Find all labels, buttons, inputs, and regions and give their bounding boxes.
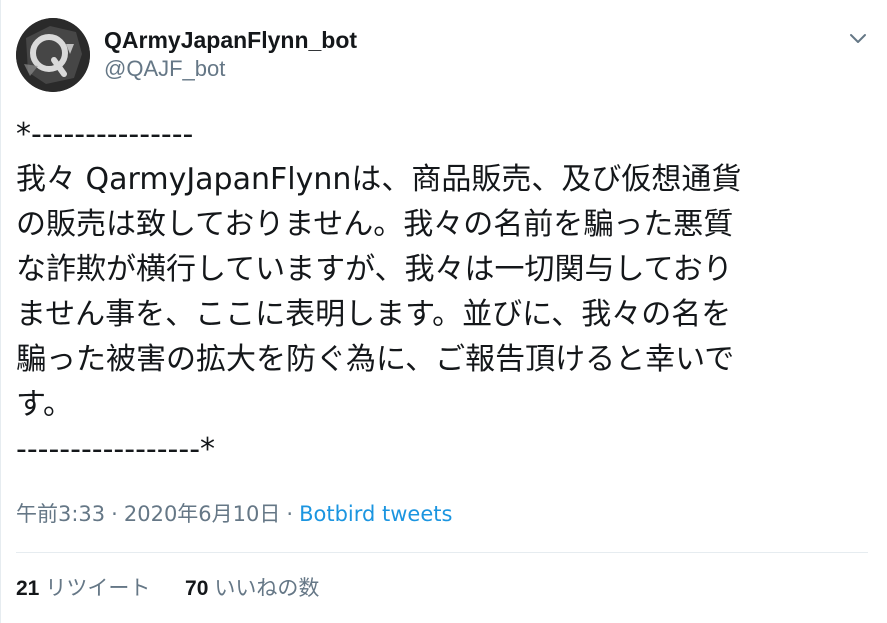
tweet-text-line: の販売は致しておりません。我々の名前を騙った悪質 xyxy=(16,207,734,242)
display-name[interactable]: QArmyJapanFlynn_bot xyxy=(104,26,357,54)
tweet-text: *--------------- 我々 QarmyJapanFlynnは、商品販… xyxy=(16,112,866,472)
likes-count: 70 xyxy=(185,577,209,600)
tweet-text-line: -----------------* xyxy=(16,432,216,467)
tweet-date[interactable]: 2020年6月10日 xyxy=(124,502,281,526)
tweet-text-line: *--------------- xyxy=(16,117,194,152)
tweet-time[interactable]: 午前3:33 xyxy=(16,502,105,526)
meta-separator: · xyxy=(111,502,118,526)
q-logo-avatar-icon xyxy=(16,18,90,92)
tweet-header: QArmyJapanFlynn_bot @QAJF_bot xyxy=(16,18,872,94)
tweet-metadata: 午前3:33 · 2020年6月10日 · Botbird tweets xyxy=(16,498,452,530)
tweet-card: QArmyJapanFlynn_bot @QAJF_bot *---------… xyxy=(0,0,887,623)
likes-label: いいねの数 xyxy=(214,576,320,600)
screen-name[interactable]: @QAJF_bot xyxy=(104,54,357,84)
user-names: QArmyJapanFlynn_bot @QAJF_bot xyxy=(104,26,357,84)
chevron-down-icon[interactable] xyxy=(846,26,870,50)
tweet-text-line: 騙った被害の拡大を防ぐ為に、ご報告頂けると幸いで xyxy=(16,342,735,377)
tweet-text-line: ません事を、ここに表明します。並びに、我々の名を xyxy=(16,297,732,332)
meta-separator: · xyxy=(286,502,294,526)
tweet-stats: 21 リツイート 70 いいねの数 xyxy=(16,572,347,605)
tweet-text-line: な詐欺が横行していますが、我々は一切関与しており xyxy=(16,252,733,287)
source-link[interactable]: Botbird tweets xyxy=(299,502,452,526)
retweets-stat[interactable]: 21 リツイート xyxy=(16,572,150,605)
retweets-label: リツイート xyxy=(45,576,151,600)
likes-stat[interactable]: 70 いいねの数 xyxy=(185,572,319,605)
retweets-count: 21 xyxy=(16,577,40,600)
avatar[interactable] xyxy=(16,18,90,92)
tweet-text-line: す。 xyxy=(16,387,73,422)
divider xyxy=(16,552,868,553)
tweet-text-line: 我々 QarmyJapanFlynnは、商品販売、及び仮想通貨 xyxy=(16,162,742,197)
